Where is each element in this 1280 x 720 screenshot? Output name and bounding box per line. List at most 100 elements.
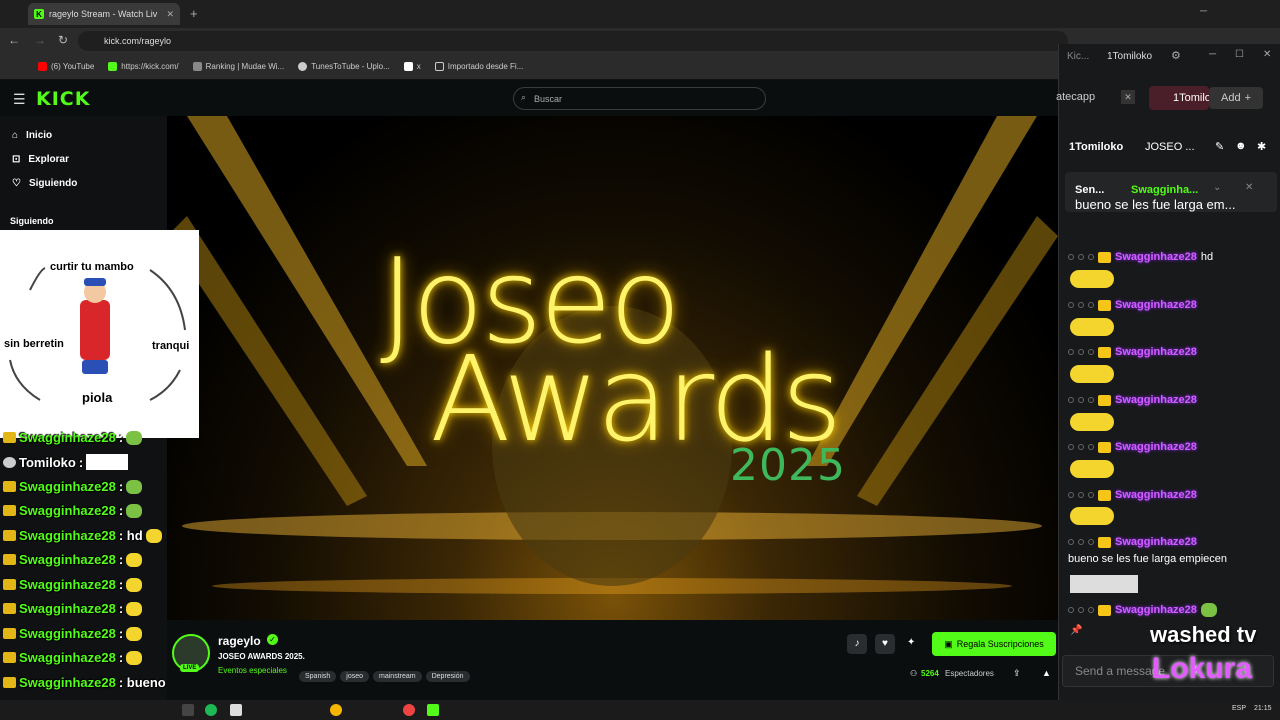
share-icon[interactable]: ⇪ bbox=[1013, 668, 1021, 679]
sparkle-icon[interactable]: ✦ bbox=[907, 637, 915, 648]
delete-icon bbox=[1078, 444, 1084, 450]
close-tab-icon[interactable]: ✕ bbox=[166, 9, 174, 20]
sidebar-item-inicio[interactable]: ⌂ Inicio bbox=[12, 130, 52, 141]
emote-icon bbox=[126, 552, 143, 567]
bell-icon[interactable]: ♪ bbox=[847, 634, 867, 654]
minimize-icon[interactable]: ─ bbox=[1200, 6, 1207, 17]
timeout-icon bbox=[1068, 254, 1074, 260]
timeout-icon bbox=[1068, 349, 1074, 355]
channel-tab-active[interactable]: 1Tomilo bbox=[1149, 86, 1211, 110]
kick-icon[interactable] bbox=[427, 704, 439, 716]
new-tab-icon[interactable]: + bbox=[190, 6, 198, 21]
channel-tab-atecapp[interactable]: atecapp bbox=[1056, 91, 1095, 103]
overlay-chat-line: Swagginhaze28: bbox=[3, 430, 143, 445]
emote-minion bbox=[1070, 365, 1114, 383]
delete-icon bbox=[1078, 492, 1084, 498]
tag-joseo[interactable]: joseo bbox=[340, 671, 370, 682]
tag-spanish[interactable]: Spanish bbox=[299, 671, 337, 682]
sidebar-item-siguiendo[interactable]: ♡ Siguiendo bbox=[12, 178, 77, 189]
ban-icon bbox=[1088, 254, 1094, 260]
chat-message[interactable]: Swagginhaze28 bbox=[1068, 535, 1197, 549]
emote-minion bbox=[1070, 507, 1114, 525]
taskbar-app-icon[interactable] bbox=[330, 704, 342, 716]
following-header: Siguiendo bbox=[10, 216, 54, 226]
back-icon[interactable]: ← bbox=[8, 33, 20, 47]
close-icon[interactable]: ✕ bbox=[1263, 49, 1271, 60]
kick-logo[interactable]: KICK bbox=[36, 88, 90, 110]
hamburger-menu-icon[interactable]: ☰ bbox=[13, 91, 26, 108]
chevron-down-icon[interactable]: ⌄ bbox=[1213, 182, 1221, 193]
chat-message[interactable]: Swagginhaze28 bbox=[1068, 298, 1197, 312]
overlay-chat-line: Swagginhaze28: bbox=[3, 479, 143, 494]
bookmark-tunestotube[interactable]: TunesToTube - Uplo... bbox=[298, 62, 390, 71]
tag-depresion[interactable]: Depresión bbox=[425, 671, 470, 682]
url-field[interactable]: kick.com/rageylo bbox=[78, 31, 1068, 51]
maximize-icon[interactable]: ☐ bbox=[1235, 49, 1244, 60]
ban-icon bbox=[1088, 444, 1094, 450]
crown-icon bbox=[3, 652, 16, 663]
bookmark-kick[interactable]: https://kick.com/ bbox=[108, 62, 179, 71]
chrome-icon[interactable] bbox=[403, 704, 415, 716]
report-icon[interactable]: ▲ bbox=[1042, 668, 1051, 678]
delete-icon bbox=[1078, 254, 1084, 260]
chat-message[interactable]: Swagginhaze28 bbox=[1068, 440, 1197, 454]
chat-header-channel: JOSEO ... bbox=[1145, 141, 1195, 153]
wrench-icon[interactable]: ✎ bbox=[1215, 140, 1224, 153]
crown-icon bbox=[1098, 604, 1111, 616]
emote-minion bbox=[1070, 270, 1114, 288]
stream-title: JOSEO AWARDS 2025. bbox=[218, 652, 305, 661]
bookmark-youtube[interactable]: (6) YouTube bbox=[38, 62, 94, 71]
crown-icon bbox=[3, 554, 16, 565]
forward-icon[interactable]: → bbox=[34, 33, 46, 47]
chat-tab-kick[interactable]: Kic... bbox=[1067, 51, 1089, 62]
spotify-icon[interactable] bbox=[205, 704, 217, 716]
chat-message[interactable]: Swagginhaze28 bbox=[1068, 393, 1197, 407]
meme-overlay: curtir tu mambo sin berretin tranqui pio… bbox=[0, 230, 199, 438]
url-text: kick.com/rageylo bbox=[104, 36, 172, 46]
tunestotube-icon bbox=[298, 62, 308, 71]
reload-icon[interactable]: ↻ bbox=[58, 33, 68, 47]
minimize-icon[interactable]: ─ bbox=[1209, 49, 1216, 60]
timeout-icon bbox=[1068, 397, 1074, 403]
chat-message[interactable]: Swagginhaze28 bbox=[1068, 345, 1197, 359]
sidebar-item-explorar[interactable]: ⊡ Explorar bbox=[12, 154, 69, 165]
browser-tab[interactable]: K rageylo Stream - Watch Liv ✕ bbox=[28, 3, 180, 25]
bookmark-x[interactable]: x bbox=[403, 62, 421, 71]
search-input[interactable]: ⌕ Buscar bbox=[513, 87, 766, 110]
streamer-name[interactable]: rageylo bbox=[218, 634, 261, 648]
gift-subs-button[interactable]: ▣ Regala Suscripciones bbox=[932, 632, 1056, 656]
overlay-chat-line: Swagginhaze28: bbox=[3, 601, 143, 616]
chat-message-text: bueno se les fue larga empiecen bbox=[1068, 553, 1227, 565]
crown-icon bbox=[1098, 251, 1111, 263]
bookmark-imported-folder[interactable]: Importado desde Fi... bbox=[434, 62, 523, 71]
kick-favicon-icon: K bbox=[34, 9, 44, 19]
pinned-message[interactable]: Sen... Swagginha... ⌄ ✕ bueno se les fue… bbox=[1065, 172, 1277, 212]
ban-icon bbox=[1088, 349, 1094, 355]
language-indicator[interactable]: ESP bbox=[1232, 705, 1246, 712]
add-channel-button[interactable]: Add + bbox=[1209, 87, 1263, 109]
unpin-icon[interactable]: ✕ bbox=[1245, 182, 1253, 193]
close-channel-icon[interactable]: ✕ bbox=[1121, 90, 1135, 104]
bookmark-mudae[interactable]: Ranking | Mudae Wi... bbox=[192, 62, 284, 71]
chat-message[interactable]: Swagginhaze28 bbox=[1068, 488, 1197, 502]
tab-title: rageylo Stream - Watch Liv bbox=[49, 9, 158, 19]
tag-mainstream[interactable]: mainstream bbox=[373, 671, 422, 682]
chat-message[interactable]: Swagginhaze28 hd bbox=[1068, 250, 1213, 264]
ban-icon bbox=[1088, 302, 1094, 308]
pin-icon[interactable]: ✱ bbox=[1257, 140, 1266, 153]
emote-icon bbox=[86, 454, 129, 470]
chat-message[interactable]: Swagginhaze28 bbox=[1068, 603, 1217, 617]
settings-gear-icon[interactable]: ⚙ bbox=[1171, 49, 1181, 62]
follow-heart-icon[interactable]: ♥ bbox=[875, 634, 895, 654]
overlay-chat-line: Tomiloko: bbox=[3, 454, 129, 470]
taskbar-app-icon[interactable] bbox=[182, 704, 194, 716]
emote-icon bbox=[126, 577, 143, 592]
clock[interactable]: 21:15 bbox=[1254, 705, 1272, 712]
stream-category[interactable]: Eventos especiales bbox=[218, 666, 287, 675]
chat-header-user: 1Tomiloko bbox=[1069, 141, 1124, 153]
windows-taskbar: ESP 21:15 bbox=[0, 700, 1280, 720]
file-icon[interactable] bbox=[230, 704, 242, 716]
chat-tab-user[interactable]: 1Tomiloko bbox=[1107, 51, 1152, 62]
user-icon[interactable]: ☻ bbox=[1235, 140, 1247, 152]
emote-icon bbox=[126, 650, 143, 665]
